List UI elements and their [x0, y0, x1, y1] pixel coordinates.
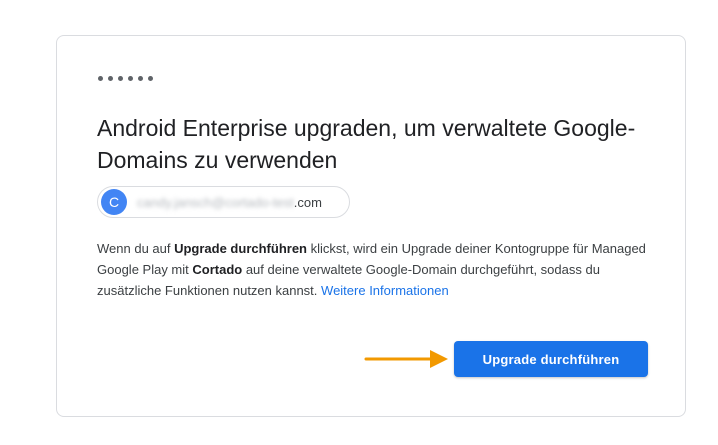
description-bold-action: Upgrade durchführen — [174, 241, 307, 256]
loading-dots-icon — [98, 76, 153, 81]
avatar: C — [101, 189, 127, 215]
description-bold-org: Cortado — [192, 262, 243, 277]
dialog-title: Android Enterprise upgraden, um verwalte… — [97, 115, 636, 173]
arrow-right-icon — [364, 350, 448, 368]
email-redacted: candy.jansch@cortado-test — [137, 194, 294, 210]
email-domain: .com — [293, 194, 322, 210]
upgrade-button[interactable]: Upgrade durchführen — [454, 341, 648, 377]
learn-more-link[interactable]: Weitere Informationen — [321, 283, 449, 298]
description-text: Wenn du auf Upgrade durchführen klickst,… — [97, 241, 646, 298]
account-chip[interactable]: C candy.jansch@cortado-test .com — [97, 186, 350, 218]
